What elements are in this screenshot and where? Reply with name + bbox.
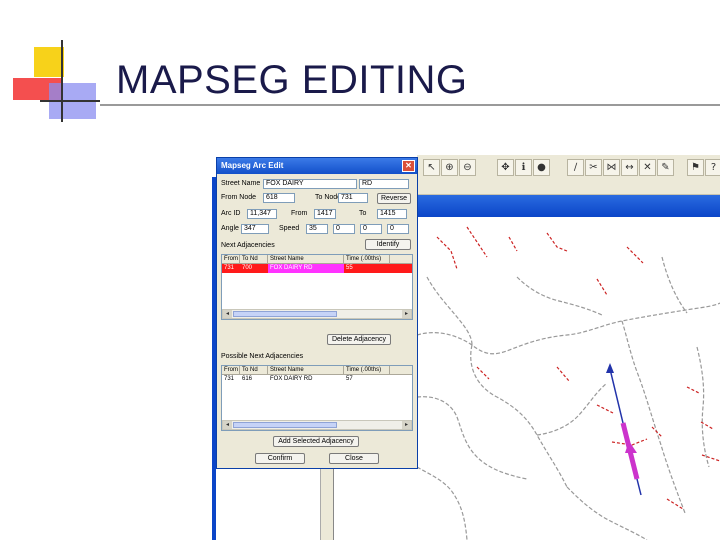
speed-field-4[interactable]: 0 [387, 224, 409, 234]
toolbar-group-3: ∕ ✂ ⋈ ↔ ✕ ✎ [567, 159, 674, 177]
possible-adjacencies-grid: From Nd To Nd Street Name Time (.00ths) … [221, 365, 413, 431]
mapseg-arc-edit-dialog: Mapseg Arc Edit ✕ Street Name FOX DAIRY … [216, 157, 418, 469]
col-to-node: To Nd [240, 366, 268, 374]
table-row[interactable]: 731 700 FOX DAIRY RD 55 [222, 264, 412, 273]
from-field[interactable]: 1417 [314, 209, 336, 219]
arc-icon[interactable]: ∕ [567, 159, 584, 176]
possible-adjacencies-label: Possible Next Adjacencies [221, 353, 304, 360]
join-icon[interactable]: ⋈ [603, 159, 620, 176]
corner-vline [61, 40, 63, 122]
close-button[interactable]: Close [329, 453, 379, 464]
slide-title: MAPSEG EDITING [116, 58, 468, 102]
move-icon[interactable]: ↔ [621, 159, 638, 176]
identify-button[interactable]: Identify [365, 239, 411, 250]
scroll-thumb[interactable] [233, 422, 337, 428]
street-suffix-field[interactable]: RD [359, 179, 409, 189]
toolbar-group-2: ✥ ℹ ● [497, 159, 550, 177]
col-time: Time (.00ths) [344, 366, 390, 374]
map-window-titlebar [417, 195, 720, 217]
grid-header: From Nd To Nd Street Name Time (.00ths) [222, 255, 412, 264]
col-time: Time (.00ths) [344, 255, 390, 263]
zoom-out-icon[interactable]: ⊖ [459, 159, 476, 176]
edit-icon[interactable]: ✎ [657, 159, 674, 176]
cell-from: 731 [224, 265, 235, 271]
col-street-name: Street Name [268, 255, 344, 263]
angle-label: Angle [221, 225, 239, 232]
toolbar-group-1: ↖ ⊕ ⊖ [423, 159, 476, 177]
scroll-left-icon[interactable]: ◂ [223, 310, 232, 318]
next-adjacencies-label: Next Adjacencies [221, 242, 275, 249]
red-road-segments [436, 226, 720, 510]
to-field[interactable]: 1415 [377, 209, 407, 219]
cell-time: 55 [346, 265, 353, 271]
speed-label: Speed [279, 225, 300, 232]
split-icon[interactable]: ✂ [585, 159, 602, 176]
cell-from: 731 [224, 376, 235, 382]
map-toolbar: ↖ ⊕ ⊖ ✥ ℹ ● ∕ ✂ ⋈ ↔ ✕ ✎ ⚑ ? [417, 155, 720, 195]
title-underline [100, 104, 720, 106]
to-label: To [359, 210, 367, 217]
cell-street: FOX DAIRY RD [270, 376, 313, 382]
next-adjacencies-grid: From Nd To Nd Street Name Time (.00ths) … [221, 254, 413, 320]
arc-tail-line [636, 478, 642, 496]
help-icon[interactable]: ? [705, 159, 720, 176]
flag-icon[interactable]: ⚑ [687, 159, 704, 176]
from-node-label: From Node [221, 194, 257, 201]
reverse-button[interactable]: Reverse [377, 193, 411, 204]
arc-start-arrow-icon [606, 363, 614, 373]
road-network [417, 256, 720, 540]
node-icon[interactable]: ● [533, 159, 550, 176]
arc-id-field[interactable]: 11,347 [247, 209, 277, 219]
speed-field-3[interactable]: 0 [360, 224, 382, 234]
delete-adjacency-button[interactable]: Delete Adjacency [327, 334, 391, 345]
select-icon[interactable]: ↖ [423, 159, 440, 176]
corner-yellow-square [34, 47, 64, 77]
arc-direction-line [609, 368, 624, 424]
speed-field[interactable]: 35 [306, 224, 328, 234]
col-from-node: From Nd [224, 255, 240, 263]
arc-id-label: Arc ID [221, 210, 241, 217]
col-from-node: From Nd [224, 366, 240, 374]
horizontal-scrollbar[interactable]: ◂ ▸ [222, 420, 412, 430]
street-name-field[interactable]: FOX DAIRY [263, 179, 357, 189]
street-name-label: Street Name [221, 180, 261, 187]
zoom-in-icon[interactable]: ⊕ [441, 159, 458, 176]
cell-street: FOX DAIRY RD [268, 264, 344, 273]
col-street-name: Street Name [268, 366, 344, 374]
from-label: From [291, 210, 308, 217]
identify-icon[interactable]: ℹ [515, 159, 532, 176]
angle-field[interactable]: 347 [241, 224, 269, 234]
scroll-thumb[interactable] [233, 311, 337, 317]
cell-to: 616 [242, 376, 253, 382]
confirm-button[interactable]: Confirm [255, 453, 305, 464]
scroll-left-icon[interactable]: ◂ [223, 421, 232, 429]
toolbar-group-4: ⚑ ? [687, 159, 720, 177]
col-to-node: To Nd [240, 255, 268, 263]
horizontal-scrollbar[interactable]: ◂ ▸ [222, 309, 412, 319]
dialog-title: Mapseg Arc Edit [217, 158, 417, 174]
grid-header: From Nd To Nd Street Name Time (.00ths) [222, 366, 412, 375]
scroll-right-icon[interactable]: ▸ [402, 310, 411, 318]
from-node-field[interactable]: 618 [263, 193, 295, 203]
map-canvas[interactable] [417, 217, 720, 540]
add-selected-adjacency-button[interactable]: Add Selected Adjacency [273, 436, 359, 447]
to-node-field[interactable]: 731 [338, 193, 368, 203]
speed-field-2[interactable]: 0 [333, 224, 355, 234]
table-row[interactable]: 731 616 FOX DAIRY RD 57 [222, 375, 412, 384]
cell-time: 57 [346, 376, 353, 382]
scroll-right-icon[interactable]: ▸ [402, 421, 411, 429]
pan-icon[interactable]: ✥ [497, 159, 514, 176]
cell-to: 700 [242, 265, 253, 271]
corner-hline [40, 100, 100, 102]
delete-icon[interactable]: ✕ [639, 159, 656, 176]
close-icon[interactable]: ✕ [402, 160, 415, 172]
selected-arc[interactable] [606, 363, 642, 496]
